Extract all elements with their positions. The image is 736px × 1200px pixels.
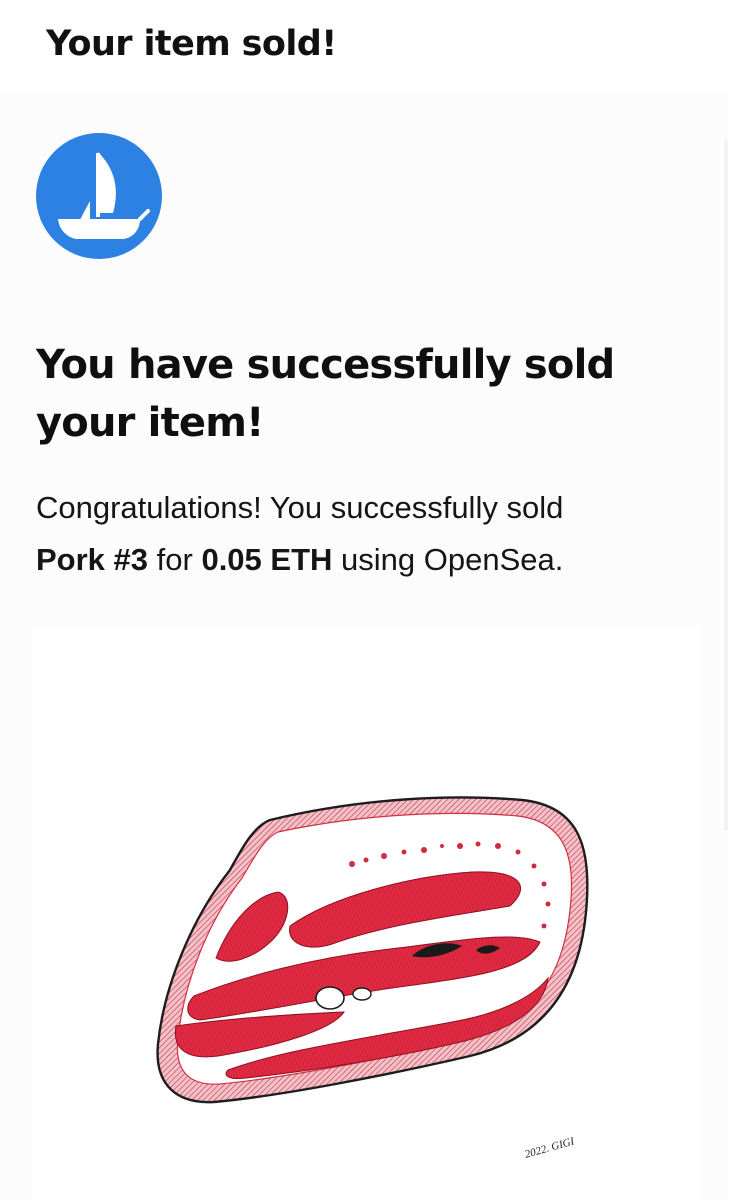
message-for: for [156,542,193,577]
opensea-ship-icon [36,133,162,259]
sale-price: 0.05 ETH [201,542,333,577]
item-name: Pork #3 [36,542,149,577]
scroll-indicator [724,140,728,830]
headline: You have successfully sold your item! [36,342,615,446]
artist-signature: 2022. GIGI [524,1135,577,1161]
nft-image: 2022. GIGI [32,626,700,1200]
email-subject: Your item sold! [46,24,337,64]
pork-slice-illustration: 2022. GIGI [156,796,589,1161]
sale-message: Congratulations! You successfully sold P… [36,482,696,586]
message-prefix: Congratulations! You successfully sold [36,490,564,525]
email-card: You have successfully sold your item! Co… [0,92,728,1200]
message-suffix: using OpenSea. [341,542,564,577]
